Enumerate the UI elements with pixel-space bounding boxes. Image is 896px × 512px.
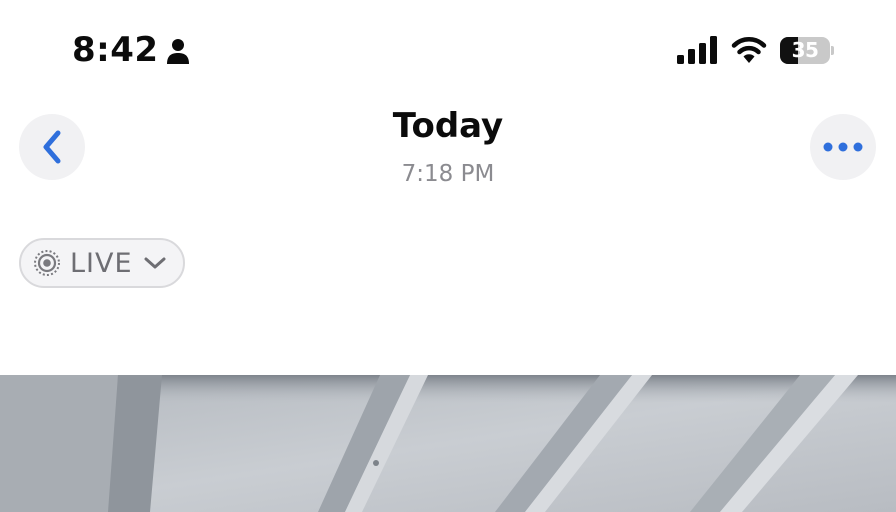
- live-label: LIVE: [70, 247, 133, 279]
- battery-indicator: 35: [780, 37, 834, 64]
- person-icon: [167, 39, 189, 64]
- live-photo-button[interactable]: LIVE: [19, 238, 185, 288]
- battery-nub: [831, 46, 834, 55]
- chevron-down-icon: [144, 257, 166, 269]
- wifi-icon: [731, 37, 767, 63]
- status-bar: 8:42 35: [0, 0, 896, 100]
- page-title: Today: [392, 106, 504, 146]
- more-button[interactable]: [810, 114, 876, 180]
- cellular-signal-icon: [677, 36, 717, 64]
- live-photo-icon: [34, 250, 60, 276]
- ellipsis-icon: [823, 142, 863, 152]
- status-time: 8:42: [72, 30, 159, 70]
- battery-level: 35: [791, 38, 819, 62]
- battery-body: 35: [780, 37, 830, 64]
- photo-image[interactable]: [0, 375, 896, 512]
- page-subtitle: 7:18 PM: [401, 161, 495, 187]
